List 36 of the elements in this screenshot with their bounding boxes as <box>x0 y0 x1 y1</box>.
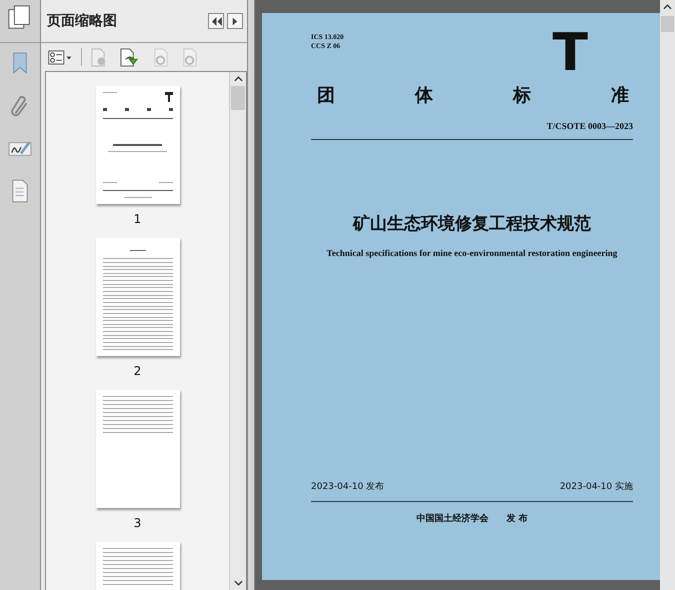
page-number: 3 <box>134 516 142 530</box>
category-character: 体 <box>415 84 433 107</box>
scroll-thumb[interactable] <box>231 86 245 110</box>
options-menu-icon[interactable] <box>47 50 73 64</box>
extract-page-icon[interactable] <box>119 48 140 66</box>
bookmark-icon[interactable] <box>11 51 29 75</box>
scrollbar[interactable] <box>229 72 246 590</box>
expand-button[interactable] <box>227 13 243 29</box>
document-scrollbar[interactable] <box>660 0 675 590</box>
issue-date: 2023-04-10 发布 <box>311 480 384 493</box>
english-title: Technical specifications for mine eco-environmental restoration engineering <box>326 248 618 258</box>
page-thumbnail[interactable] <box>96 86 180 204</box>
delete-page-icon[interactable] <box>90 48 107 66</box>
page-thumbnail[interactable] <box>96 390 180 508</box>
standard-mark: T <box>552 31 588 75</box>
double-left-icon <box>210 16 222 26</box>
effective-date: 2023-04-10 实施 <box>560 480 633 493</box>
collapse-button[interactable] <box>208 13 224 29</box>
standard-code: T/CSOTE 0003—2023 <box>546 121 633 131</box>
scroll-thumb[interactable] <box>661 16 674 32</box>
document-title: 矿山生态环境修复工程技术规范 <box>353 213 591 235</box>
category-character: 准 <box>611 84 629 107</box>
document-icon[interactable] <box>11 179 29 203</box>
right-triangle-icon <box>232 16 238 26</box>
panel-title: 页面缩略图 <box>47 12 117 30</box>
publish-label: 发 布 <box>506 512 528 525</box>
splitter-handle[interactable] <box>247 0 255 590</box>
page-thumbnail[interactable] <box>96 238 180 356</box>
category-character: 团 <box>317 84 335 107</box>
rotate-right-icon[interactable] <box>181 48 198 66</box>
category-character: 标 <box>513 84 531 107</box>
page-number: 2 <box>134 364 142 378</box>
publisher-name: 中国国土经济学会 <box>416 512 488 525</box>
rotate-left-icon[interactable] <box>152 48 169 66</box>
page-number: 1 <box>134 212 142 226</box>
signature-icon[interactable] <box>8 139 32 159</box>
